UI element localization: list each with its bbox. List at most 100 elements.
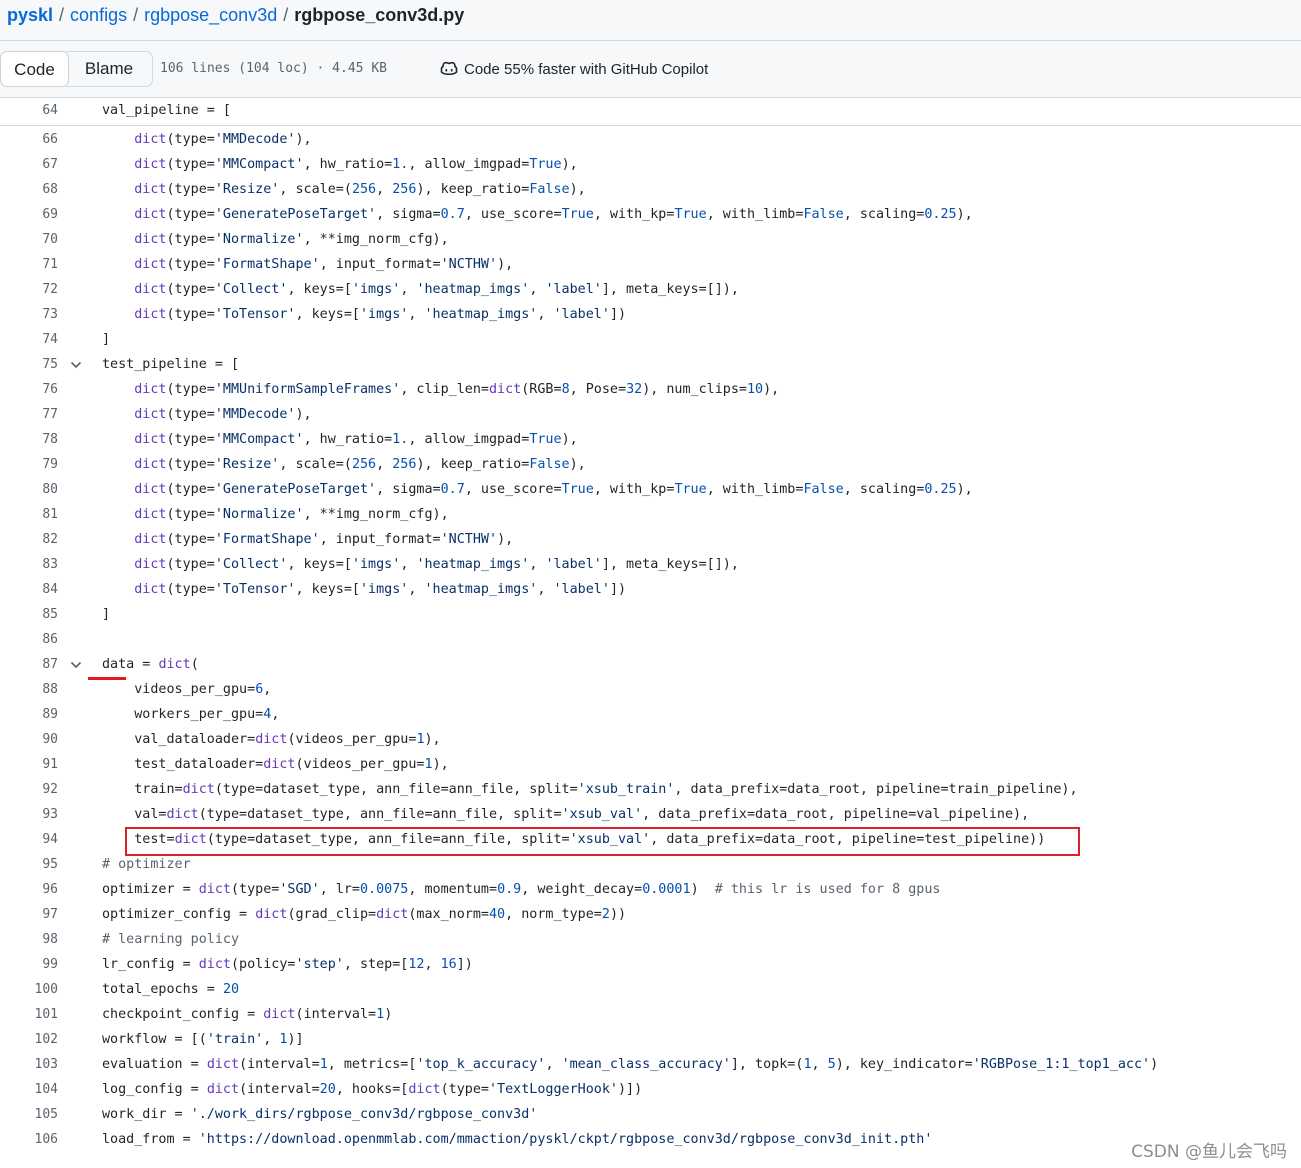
code-line: 101 checkpoint_config = dict(interval=1) — [0, 1002, 1301, 1027]
blame-tab-button[interactable]: Blame — [66, 51, 153, 87]
breadcrumb-configs-link[interactable]: configs — [70, 5, 127, 25]
line-number[interactable]: 88 — [0, 677, 58, 702]
code-text: dict(type='MMDecode'), — [134, 407, 312, 422]
code-line: 81 dict(type='Normalize', **img_norm_cfg… — [0, 502, 1301, 527]
line-number[interactable]: 68 — [0, 177, 58, 202]
line-number[interactable]: 66 — [0, 127, 58, 152]
code-line: val_pipeline = [ — [102, 103, 231, 118]
line-number[interactable]: 86 — [0, 627, 58, 652]
code-line: 93 val=dict(type=dataset_type, ann_file=… — [0, 802, 1301, 827]
line-number[interactable]: 93 — [0, 802, 58, 827]
code-line: 68 dict(type='Resize', scale=(256, 256),… — [0, 177, 1301, 202]
code-line: 69 dict(type='GeneratePoseTarget', sigma… — [0, 202, 1301, 227]
line-number[interactable]: 94 — [0, 827, 58, 852]
code-text: dict(type='Resize', scale=(256, 256), ke… — [134, 457, 586, 472]
line-number[interactable]: 101 — [0, 1002, 58, 1027]
line-number[interactable]: 76 — [0, 377, 58, 402]
line-number[interactable]: 96 — [0, 877, 58, 902]
code-text: dict(type='FormatShape', input_format='N… — [134, 257, 514, 272]
code-text: dict(type='Normalize', **img_norm_cfg), — [134, 232, 449, 247]
code-text: test_dataloader=dict(videos_per_gpu=1), — [102, 757, 449, 772]
code-line: 103 evaluation = dict(interval=1, metrics… — [0, 1052, 1301, 1077]
line-number[interactable]: 77 — [0, 402, 58, 427]
line-number[interactable]: 95 — [0, 852, 58, 877]
breadcrumb-separator: / — [133, 5, 139, 25]
line-number[interactable]: 71 — [0, 252, 58, 277]
line-number[interactable]: 97 — [0, 902, 58, 927]
line-number[interactable]: 104 — [0, 1077, 58, 1102]
line-number[interactable]: 72 — [0, 277, 58, 302]
line-number[interactable]: 91 — [0, 752, 58, 777]
code-line: 78 dict(type='MMCompact', hw_ratio=1., a… — [0, 427, 1301, 452]
line-number[interactable]: 98 — [0, 927, 58, 952]
copilot-promo-text: Code 55% faster with GitHub Copilot — [464, 61, 709, 78]
code-line: 73 dict(type='ToTensor', keys=['imgs', '… — [0, 302, 1301, 327]
code-tab-button[interactable]: Code — [0, 51, 69, 87]
code-view: 66 dict(type='MMDecode'), 67 dict(type='M… — [0, 127, 1301, 1152]
code-line: 84 dict(type='ToTensor', keys=['imgs', '… — [0, 577, 1301, 602]
line-number[interactable]: 82 — [0, 527, 58, 552]
line-number[interactable]: 74 — [0, 327, 58, 352]
code-text: dict(type='MMDecode'), — [134, 132, 312, 147]
code-text: dict(type='ToTensor', keys=['imgs', 'hea… — [134, 582, 627, 597]
line-number[interactable]: 84 — [0, 577, 58, 602]
code-line: 66 dict(type='MMDecode'), — [0, 127, 1301, 152]
breadcrumb-repo-link[interactable]: pyskl — [7, 5, 53, 25]
line-number[interactable]: 103 — [0, 1052, 58, 1077]
code-text: log_config = dict(interval=20, hooks=[di… — [102, 1082, 643, 1097]
code-text: dict(type='FormatShape', input_format='N… — [134, 532, 514, 547]
line-number[interactable]: 106 — [0, 1127, 58, 1152]
line-number[interactable]: 83 — [0, 552, 58, 577]
code-text: ] — [102, 332, 111, 347]
code-text: lr_config = dict(policy='step', step=[12… — [102, 957, 473, 972]
breadcrumb-rgbpose-link[interactable]: rgbpose_conv3d — [144, 5, 277, 25]
code-text: checkpoint_config = dict(interval=1) — [102, 1007, 393, 1022]
line-number[interactable]: 87 — [0, 652, 58, 677]
line-number[interactable]: 92 — [0, 777, 58, 802]
code-text: dict(type='Collect', keys=['imgs', 'heat… — [134, 282, 739, 297]
code-text: dict(type='Collect', keys=['imgs', 'heat… — [134, 557, 739, 572]
code-line: 92 train=dict(type=dataset_type, ann_fil… — [0, 777, 1301, 802]
copilot-icon — [440, 61, 458, 76]
line-number[interactable]: 69 — [0, 202, 58, 227]
line-number[interactable]: 79 — [0, 452, 58, 477]
line-number[interactable]: 73 — [0, 302, 58, 327]
chevron-down-icon[interactable] — [69, 358, 83, 372]
line-number[interactable]: 102 — [0, 1027, 58, 1052]
code-line: 86 — [0, 627, 1301, 652]
code-text: optimizer_config = dict(grad_clip=dict(m… — [102, 907, 627, 922]
file-line-info: 106 lines (104 loc) · 4.45 KB — [160, 61, 387, 76]
code-text: dict(type='MMCompact', hw_ratio=1., allo… — [134, 432, 578, 447]
breadcrumb: pyskl / configs / rgbpose_conv3d / rgbpose_con… — [0, 0, 1301, 41]
code-line: 74] — [0, 327, 1301, 352]
code-line: 99 lr_config = dict(policy='step', step=[… — [0, 952, 1301, 977]
line-number[interactable]: 85 — [0, 602, 58, 627]
code-text: workflow = [('train', 1)] — [102, 1032, 304, 1047]
watermark-text: CSDN @鱼儿会飞吗 — [1131, 1142, 1287, 1162]
line-number[interactable]: 81 — [0, 502, 58, 527]
line-number[interactable]: 100 — [0, 977, 58, 1002]
code-text: dict(type='MMCompact', hw_ratio=1., allo… — [134, 157, 578, 172]
code-text: dict(type='Resize', scale=(256, 256), ke… — [134, 182, 586, 197]
code-text: test_pipeline = [ — [102, 357, 240, 372]
code-text: dict(type='GeneratePoseTarget', sigma=0.… — [134, 207, 973, 222]
line-number[interactable]: 90 — [0, 727, 58, 752]
code-text: dict(type='Normalize', **img_norm_cfg), — [134, 507, 449, 522]
code-text: dict(type='MMUniformSampleFrames', clip_… — [134, 382, 780, 397]
line-number[interactable]: 99 — [0, 952, 58, 977]
line-number[interactable]: 70 — [0, 227, 58, 252]
line-number[interactable]: 89 — [0, 702, 58, 727]
line-number[interactable]: 80 — [0, 477, 58, 502]
line-number[interactable]: 67 — [0, 152, 58, 177]
code-line: 80 dict(type='GeneratePoseTarget', sigma… — [0, 477, 1301, 502]
code-text: evaluation = dict(interval=1, metrics=['… — [102, 1057, 1159, 1072]
code-line: 100 total_epochs = 20 — [0, 977, 1301, 1002]
chevron-down-icon[interactable] — [69, 658, 83, 672]
copilot-promo-link[interactable]: Code 55% faster with GitHub Copilot — [440, 60, 708, 78]
code-text: val=dict(type=dataset_type, ann_file=ann… — [102, 807, 1030, 822]
breadcrumb-separator: / — [283, 5, 289, 25]
line-number[interactable]: 105 — [0, 1102, 58, 1127]
line-number[interactable]: 75 — [0, 352, 58, 377]
line-number[interactable]: 78 — [0, 427, 58, 452]
code-line: 87 data = dict( — [0, 652, 1301, 677]
